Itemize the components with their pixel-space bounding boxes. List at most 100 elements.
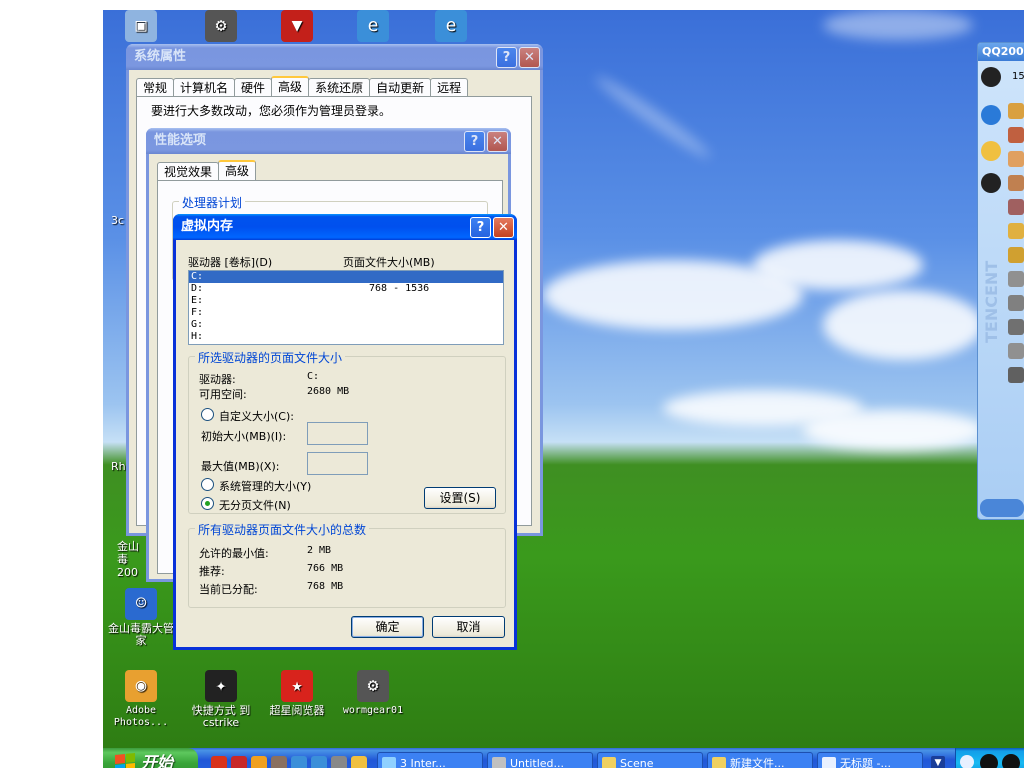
task-button-scene[interactable]: Scene xyxy=(597,752,703,768)
qq-penguin-icon[interactable] xyxy=(980,754,998,768)
ie-icon: e xyxy=(357,10,389,42)
desktop-icon-superstar[interactable]: ★ 超星阅览器 xyxy=(259,670,335,717)
tab-system-restore[interactable]: 系统还原 xyxy=(308,78,371,96)
folder-icon xyxy=(712,757,726,768)
help-button[interactable]: ? xyxy=(496,47,517,68)
gear-icon: ⚙ xyxy=(357,670,389,702)
system-managed-radio[interactable] xyxy=(201,478,214,491)
task-button-untitled[interactable]: Untitled... xyxy=(487,752,593,768)
drive-row-d[interactable]: D: 768 - 1536 xyxy=(189,283,503,295)
desktop-icon-cstrike[interactable]: ✦ 快捷方式 到 cstrike xyxy=(183,670,259,729)
qq-friend-icon[interactable] xyxy=(1008,199,1024,215)
max-size-label: 最大值(MB)(X): xyxy=(201,460,280,473)
ie-icon[interactable] xyxy=(311,756,327,768)
drive-row-g[interactable]: G: xyxy=(189,319,503,331)
drive-row-f[interactable]: F: xyxy=(189,307,503,319)
task-label: 3 Inter... xyxy=(400,757,446,768)
ok-button[interactable]: 确定 xyxy=(351,616,424,638)
virtual-memory-dialog[interactable]: 虚拟内存 ? ✕ 驱动器 [卷标](D) 页面文件大小(MB) C: D: 768… xyxy=(173,214,517,650)
quicklaunch-icon[interactable] xyxy=(231,756,247,768)
allocated-label: 当前已分配: xyxy=(199,583,258,596)
desktop-icon-wormgear[interactable]: ⚙ wormgear01 xyxy=(335,670,411,717)
ie-icon: e xyxy=(435,10,467,42)
recommended-value: 766 MB xyxy=(307,563,344,574)
task-label: Scene xyxy=(620,757,654,768)
desktop-icon-photoshop[interactable]: ◉ Adobe Photos... xyxy=(103,670,179,729)
qq-menu-button[interactable] xyxy=(980,499,1024,517)
desktop-icon-my-computer[interactable]: ▣ xyxy=(103,10,179,45)
system-properties-titlebar[interactable]: 系统属性 ? ✕ xyxy=(126,44,543,70)
qq-penguin-icon[interactable] xyxy=(981,173,1001,193)
desktop: ▣ ⚙ ▼ e e 3c Rh 金山毒 200 ☺ 金山毒霸大管家 ◉ Adob… xyxy=(103,10,1024,768)
app-icon: ▼ xyxy=(281,10,313,42)
tab-auto-update[interactable]: 自动更新 xyxy=(369,78,432,96)
custom-size-radio[interactable] xyxy=(201,408,214,421)
tab-general[interactable]: 常规 xyxy=(136,78,175,96)
qq-penguin-icon[interactable] xyxy=(981,67,1001,87)
task-overflow-icon[interactable]: ▼ xyxy=(931,756,945,768)
start-button[interactable]: 开始 xyxy=(103,748,198,768)
qq-penguin-icon[interactable] xyxy=(1002,754,1020,768)
initial-size-label: 初始大小(MB)(I): xyxy=(201,430,287,443)
qq-avatar-icon[interactable] xyxy=(981,141,1001,161)
drive-letter: D: xyxy=(191,283,204,294)
cancel-button[interactable]: 取消 xyxy=(432,616,505,638)
custom-size-label: 自定义大小(C): xyxy=(219,410,294,423)
tab-advanced[interactable]: 高级 xyxy=(218,160,257,180)
quicklaunch-icon[interactable] xyxy=(331,756,347,768)
no-paging-file-radio[interactable] xyxy=(201,497,214,510)
task-button-ie[interactable]: 3 Inter... xyxy=(377,752,483,768)
totals-group: 所有驱动器页面文件大小的总数 允许的最小值: 2 MB 推荐: 766 MB 当… xyxy=(188,521,506,608)
desktop-icon-jinshan-manager[interactable]: ☺ 金山毒霸大管家 xyxy=(103,588,179,647)
quicklaunch-icon[interactable] xyxy=(351,756,367,768)
tray-arrow-icon[interactable] xyxy=(960,755,974,768)
qq-number: 15 xyxy=(1012,71,1024,82)
task-button-new-folder[interactable]: 新建文件... xyxy=(707,752,813,768)
qq-friend-icon[interactable] xyxy=(1008,367,1024,383)
qq-friend-icon[interactable] xyxy=(1008,319,1024,335)
max-size-input[interactable] xyxy=(307,452,368,475)
virtual-memory-titlebar[interactable]: 虚拟内存 ? ✕ xyxy=(173,214,517,240)
performance-options-titlebar[interactable]: 性能选项 ? ✕ xyxy=(146,128,511,154)
qq-friend-icon[interactable] xyxy=(1008,223,1024,239)
qq-friend-icon[interactable] xyxy=(1008,247,1024,263)
tab-computer-name[interactable]: 计算机名 xyxy=(173,78,236,96)
desktop-icon-ie-2[interactable]: e xyxy=(413,10,489,45)
ie-icon[interactable] xyxy=(291,756,307,768)
qq-friend-icon[interactable] xyxy=(1008,271,1024,287)
desktop-icon-ie[interactable]: e xyxy=(335,10,411,45)
drive-row-e[interactable]: E: xyxy=(189,295,503,307)
quicklaunch-icon[interactable] xyxy=(211,756,227,768)
qq-friend-icon[interactable] xyxy=(1008,295,1024,311)
close-button[interactable]: ✕ xyxy=(493,217,514,238)
qq-friend-icon[interactable] xyxy=(1008,103,1024,119)
qq-friend-icon[interactable] xyxy=(1008,175,1024,191)
qq-friend-icon[interactable] xyxy=(1008,127,1024,143)
qq-friend-icon[interactable] xyxy=(1008,151,1024,167)
close-button[interactable]: ✕ xyxy=(519,47,540,68)
drive-row-c[interactable]: C: xyxy=(189,271,503,283)
selected-drive-group-title: 所选驱动器的页面文件大小 xyxy=(195,349,346,366)
tab-remote[interactable]: 远程 xyxy=(430,78,469,96)
task-button-notepad[interactable]: 无标题 -... xyxy=(817,752,923,768)
initial-size-input[interactable] xyxy=(307,422,368,445)
quicklaunch-icon[interactable] xyxy=(271,756,287,768)
desktop-icon-gear[interactable]: ⚙ xyxy=(183,10,259,45)
qq-panel[interactable]: QQ200 15 TENCENT xyxy=(977,42,1024,520)
drive-list[interactable]: C: D: 768 - 1536 E: F: G: H: xyxy=(188,270,504,345)
qq-avatar-icon[interactable] xyxy=(981,105,1001,125)
help-button[interactable]: ? xyxy=(464,131,485,152)
qq-friend-icon[interactable] xyxy=(1008,343,1024,359)
set-button[interactable]: 设置(S) xyxy=(424,487,496,509)
desktop-icon-app[interactable]: ▼ xyxy=(259,10,335,45)
tab-advanced[interactable]: 高级 xyxy=(271,76,310,96)
drive-row-h[interactable]: H: xyxy=(189,331,503,343)
tab-hardware[interactable]: 硬件 xyxy=(234,78,273,96)
qq-title: QQ200 xyxy=(978,43,1024,61)
free-space-label: 可用空间: xyxy=(199,388,247,401)
help-button[interactable]: ? xyxy=(470,217,491,238)
quicklaunch-icon[interactable] xyxy=(251,756,267,768)
tab-visual-effects[interactable]: 视觉效果 xyxy=(157,162,220,180)
tencent-watermark: TENCENT xyxy=(982,260,1001,343)
close-button[interactable]: ✕ xyxy=(487,131,508,152)
